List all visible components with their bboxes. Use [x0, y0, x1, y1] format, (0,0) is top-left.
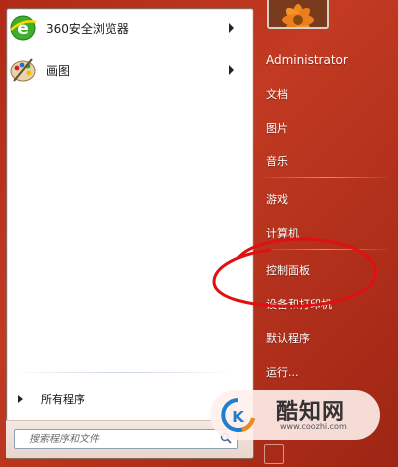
shutdown-tile[interactable]	[264, 444, 284, 464]
watermark-logo-icon: K	[221, 398, 255, 432]
watermark-url: www.coozhi.com	[280, 422, 347, 431]
start-menu: e 360安全浏览器 画图 所有程序 搜索程序和文件 Administrator…	[0, 0, 398, 467]
watermark: K 酷知网 www.coozhi.com	[210, 390, 380, 440]
svg-text:K: K	[232, 408, 245, 426]
